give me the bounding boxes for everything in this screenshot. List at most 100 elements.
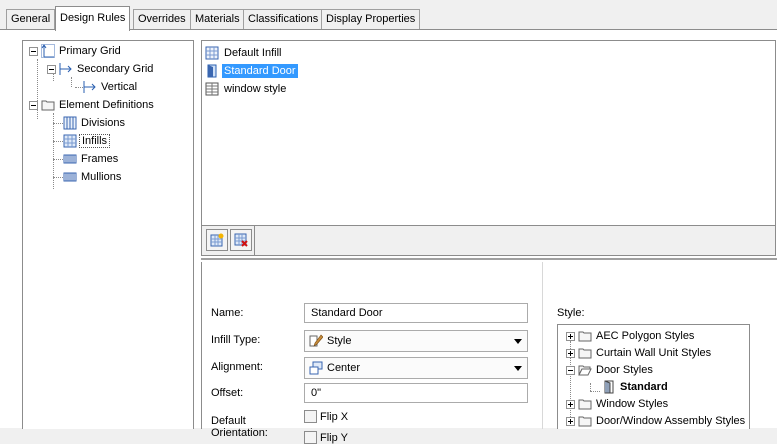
- folder-open-icon: [578, 363, 592, 377]
- tree-item-label: Mullions: [81, 171, 122, 183]
- collapse-toggle-icon[interactable]: [47, 64, 56, 74]
- tree-line: [53, 141, 63, 142]
- style-item-aec-polygon[interactable]: AEC Polygon Styles: [566, 328, 696, 344]
- flip-x-checkbox[interactable]: Flip X: [304, 410, 348, 423]
- style-item-door-styles[interactable]: Door Styles: [566, 362, 655, 378]
- infill-icon: [63, 134, 77, 148]
- list-item-label: Standard Door: [222, 64, 298, 78]
- alignment-select[interactable]: Center: [304, 357, 528, 379]
- tab-display-properties[interactable]: Display Properties: [321, 9, 421, 29]
- expand-toggle-icon[interactable]: [566, 331, 575, 341]
- tree-item-label: Vertical: [101, 81, 138, 93]
- new-infill-icon: [210, 233, 224, 247]
- tree-line: [590, 391, 600, 392]
- tab-label: Overrides: [138, 13, 186, 25]
- tab-general[interactable]: General: [6, 9, 56, 29]
- tree-item-primary-grid[interactable]: Primary Grid: [29, 43, 123, 59]
- style-label: Style:: [557, 307, 585, 319]
- alignment-value: Center: [327, 362, 361, 374]
- tree-item-vertical[interactable]: Vertical: [83, 79, 139, 95]
- flip-y-label: Flip Y: [320, 431, 348, 444]
- tab-materials[interactable]: Materials: [190, 9, 245, 29]
- orientation-label-line: Default: [211, 415, 246, 427]
- style-item-curtain-wall-unit[interactable]: Curtain Wall Unit Styles: [566, 345, 713, 361]
- folder-icon: [578, 414, 592, 428]
- checkbox-box[interactable]: [304, 431, 317, 444]
- style-item-standard[interactable]: Standard: [602, 379, 670, 395]
- name-field[interactable]: Standard Door: [304, 303, 528, 323]
- tree-item-label: Curtain Wall Unit Styles: [596, 347, 712, 359]
- default-orientation-label: Default Orientation:: [211, 415, 268, 439]
- offset-field[interactable]: 0": [304, 383, 528, 403]
- tree-item-label: AEC Polygon Styles: [596, 330, 695, 342]
- tree-item-infills[interactable]: Infills: [63, 133, 111, 149]
- orientation-label-line: Orientation:: [211, 427, 268, 439]
- divisions-icon: [63, 116, 77, 130]
- expand-toggle-icon[interactable]: [566, 416, 575, 426]
- folder-icon: [578, 346, 592, 360]
- tab-design-rules[interactable]: Design Rules: [55, 6, 131, 31]
- list-item-label: Default Infill: [224, 47, 282, 59]
- tree-item-label: Door/Window Assembly Styles: [596, 415, 746, 427]
- tree-line: [53, 123, 63, 124]
- properties-divider: [542, 262, 543, 429]
- infill-type-label: Infill Type:: [211, 334, 261, 346]
- list-item-label: window style: [224, 83, 287, 95]
- tree-item-frames[interactable]: Frames: [63, 151, 120, 167]
- style-tree[interactable]: AEC Polygon Styles Curtain Wall Unit Sty…: [557, 324, 750, 429]
- tab-label: Design Rules: [60, 12, 126, 24]
- folder-icon: [578, 397, 592, 411]
- tree-item-label: Divisions: [81, 117, 126, 129]
- collapse-toggle-icon[interactable]: [566, 365, 575, 375]
- delete-infill-button[interactable]: [230, 229, 252, 251]
- design-rules-tree[interactable]: Primary Grid Secondary Grid Vertical Ele…: [22, 40, 194, 429]
- flip-y-checkbox[interactable]: Flip Y: [304, 431, 348, 444]
- tab-classifications[interactable]: Classifications: [243, 9, 324, 29]
- collapse-toggle-icon[interactable]: [29, 46, 38, 56]
- expand-toggle-icon[interactable]: [566, 348, 575, 358]
- mullions-icon: [63, 170, 77, 184]
- folder-icon: [578, 329, 592, 343]
- checkbox-box[interactable]: [304, 410, 317, 423]
- infill-list[interactable]: Default Infill Standard Door window styl…: [201, 40, 776, 226]
- collapse-toggle-icon[interactable]: [29, 100, 38, 110]
- tab-label: General: [11, 13, 51, 25]
- panel-splitter[interactable]: [201, 258, 777, 260]
- list-toolbar: [201, 226, 776, 256]
- list-item-standard-door[interactable]: Standard Door: [205, 63, 298, 79]
- list-item-default-infill[interactable]: Default Infill: [205, 45, 283, 61]
- tab-overrides[interactable]: Overrides: [133, 9, 191, 29]
- tree-item-label: Frames: [81, 153, 119, 165]
- list-item-window-style[interactable]: window style: [205, 81, 288, 97]
- window-icon: [205, 82, 219, 96]
- alignment-label: Alignment:: [211, 361, 263, 373]
- tree-line: [590, 383, 591, 391]
- style-item-window-styles[interactable]: Window Styles: [566, 396, 670, 412]
- tab-label: Display Properties: [326, 13, 416, 25]
- name-label: Name:: [211, 307, 244, 319]
- grid-axis-icon: [59, 62, 73, 76]
- tree-item-label: Element Definitions: [59, 99, 154, 111]
- tree-item-label: Window Styles: [596, 398, 669, 410]
- tree-item-secondary-grid[interactable]: Secondary Grid: [47, 61, 155, 77]
- tab-label: Classifications: [248, 13, 319, 25]
- chevron-down-icon: [514, 339, 522, 344]
- tree-item-label: Infills: [79, 134, 111, 148]
- infill-type-select[interactable]: Style: [304, 330, 528, 352]
- tree-line: [75, 87, 83, 88]
- tree-item-mullions[interactable]: Mullions: [63, 169, 123, 185]
- infill-properties: Name: Standard Door Infill Type: Style A…: [201, 262, 777, 444]
- tree-item-divisions[interactable]: Divisions: [63, 115, 127, 131]
- tree-line: [53, 177, 63, 178]
- tree-item-label: Secondary Grid: [77, 63, 154, 75]
- new-infill-button[interactable]: [206, 229, 228, 251]
- infill-type-value: Style: [327, 335, 352, 347]
- grid-axis-icon: [83, 80, 97, 94]
- flip-x-label: Flip X: [320, 410, 349, 423]
- tree-item-label: Primary Grid: [59, 45, 121, 57]
- tree-item-element-definitions[interactable]: Element Definitions: [29, 97, 156, 113]
- frames-icon: [63, 152, 77, 166]
- expand-toggle-icon[interactable]: [566, 399, 575, 409]
- style-item-door-window-assembly[interactable]: Door/Window Assembly Styles: [566, 413, 747, 429]
- style-brush-icon: [309, 334, 323, 348]
